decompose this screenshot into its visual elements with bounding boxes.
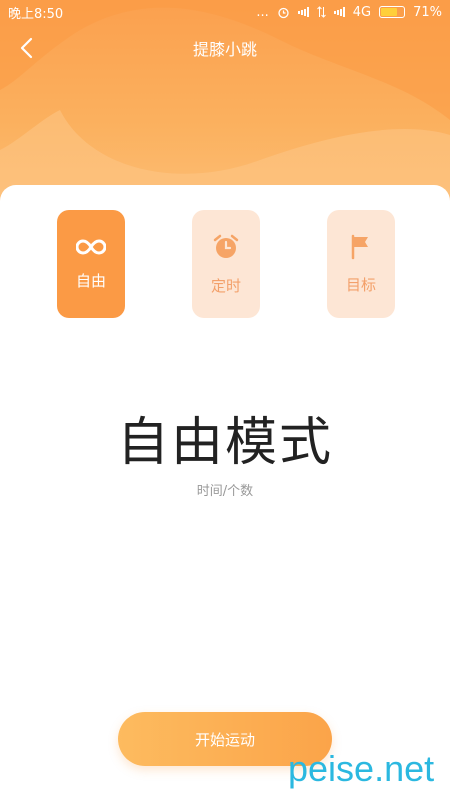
alarm-icon [277, 6, 290, 19]
signal-icon [297, 7, 309, 17]
infinity-icon [76, 238, 106, 255]
flag-icon [351, 234, 368, 259]
back-button[interactable] [14, 36, 38, 60]
alarm-clock-icon [213, 234, 239, 258]
page-title: 提膝小跳 [192, 40, 257, 59]
status-bar: 晚上8:50 ... 4G 71% [0, 0, 450, 24]
mode-goal-button[interactable]: 目标 [327, 210, 395, 318]
mode-free-button[interactable]: 自由 [57, 210, 125, 318]
watermark-text: peise.net [288, 748, 435, 789]
mode-label: 定时 [210, 276, 241, 295]
nav-bar: 提膝小跳 [0, 28, 450, 68]
network-type: 4G [352, 4, 372, 20]
status-time: 晚上8:50 [8, 6, 64, 22]
mode-title: 自由模式 [116, 413, 333, 473]
chevron-left-icon [20, 37, 33, 59]
mode-subtitle: 时间/个数 [196, 484, 254, 499]
mode-label: 自由 [75, 271, 106, 290]
more-dots: ... [256, 4, 269, 20]
data-arrows-icon [316, 6, 326, 18]
signal-icon-2 [333, 7, 345, 17]
battery-icon [379, 6, 406, 18]
mode-label: 目标 [345, 275, 376, 294]
mode-timed-button[interactable]: 定时 [192, 210, 260, 318]
battery-percent: 71% [413, 4, 442, 20]
